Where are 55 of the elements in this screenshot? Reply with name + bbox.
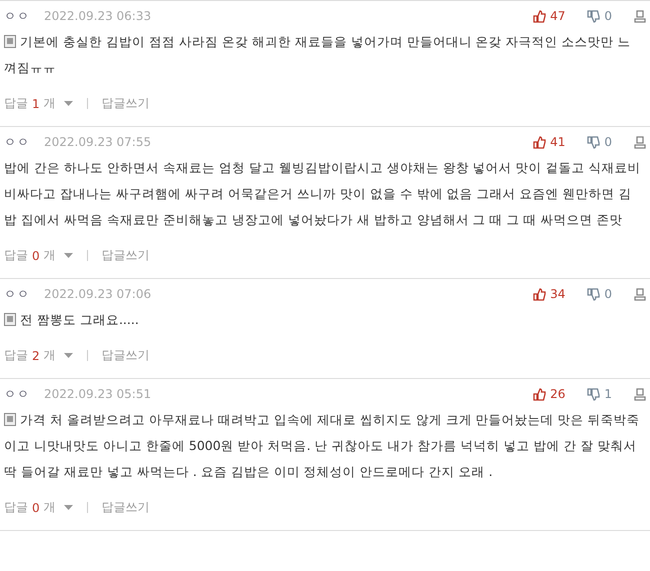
memo-icon xyxy=(4,413,16,426)
write-reply-link[interactable]: 답글쓰기 xyxy=(102,499,150,516)
memo-icon xyxy=(4,35,16,48)
author-name[interactable]: ㅇㅇ xyxy=(4,386,30,402)
thumbs-up-icon[interactable] xyxy=(533,388,546,400)
reply-unit: 개 xyxy=(44,499,56,516)
thumbs-down-icon[interactable] xyxy=(587,10,600,22)
like-count: 47 xyxy=(550,9,566,23)
dislike-count: 0 xyxy=(604,9,612,23)
thumbs-up-icon[interactable] xyxy=(533,10,546,22)
thumbs-down-icon[interactable] xyxy=(587,288,600,300)
comment-date: 2022.09.23 07:55 xyxy=(44,135,152,149)
reply-label: 답글 xyxy=(4,247,28,264)
person-icon[interactable] xyxy=(634,136,646,148)
reply-unit: 개 xyxy=(44,95,56,112)
comment-date: 2022.09.23 05:51 xyxy=(44,387,152,401)
thumbs-down-icon[interactable] xyxy=(587,136,600,148)
like-count: 26 xyxy=(550,387,566,401)
reply-label: 답글 xyxy=(4,347,28,364)
write-reply-link[interactable]: 답글쓰기 xyxy=(102,95,150,112)
dislike-count: 0 xyxy=(604,135,612,149)
comment-text: 기본에 충실한 김밥이 점점 사라짐 온갖 해괴한 재료들을 넣어가며 만들어대니 온갖 자극적인 소스맛만 느껴짐ㅠㅠ xyxy=(4,33,632,77)
memo-icon xyxy=(4,313,16,326)
reply-count[interactable]: 1 xyxy=(32,96,40,110)
write-reply-link[interactable]: 답글쓰기 xyxy=(102,247,150,264)
reply-unit: 개 xyxy=(44,347,56,364)
reply-count[interactable]: 0 xyxy=(32,500,40,514)
thumbs-down-icon[interactable] xyxy=(587,388,600,400)
reply-unit: 개 xyxy=(44,247,56,264)
reply-count[interactable]: 0 xyxy=(32,248,40,262)
write-reply-link[interactable]: 답글쓰기 xyxy=(102,347,150,364)
caret-icon[interactable] xyxy=(64,101,73,106)
reply-label: 답글 xyxy=(4,499,28,516)
comment-text: 가격 처 올려받으려고 아무재료나 때려박고 입속에 제대로 씹히지도 않게 크게 만들어놨는데 맛은 뒤죽박죽이고 니맛내맛도 아니고 한줄에 5000원 받아 처먹음. 난 귀찮아도 내가 참가름 넉넉히 넣고 밥에 간 잘 맞춰서 딱 들어갈 재료만 넣고 싸먹는다 . 요즘 김밥은 이미 정체성이 안드로메다 간지 오래 . xyxy=(4,411,641,481)
caret-icon[interactable] xyxy=(64,353,73,358)
comment-text: 전 짬뽕도 그래요..... xyxy=(4,307,646,333)
dislike-count: 1 xyxy=(604,387,612,401)
author-name[interactable]: ㅇㅇ xyxy=(4,134,30,150)
reply-label: 답글 xyxy=(4,95,28,112)
comment-text: 밥에 간은 하나도 안하면서 속재료는 엄청 달고 웰빙김밥이랍시고 생야채는 왕창 넣어서 맛이 겉돌고 식재료비 비싸다고 잡내나는 싸구려햄에 싸구려 어묵같은거 쓰니까 맛이 없을 수 밖에 없음 그래서 요즘엔 웬만하면 김밥 집에서 싸먹음 속재료만 준비해놓고 냉장고에 넣어놨다가 새 밥하고 양념해서 그 때 그 때 싸먹으면 존맛 xyxy=(4,159,642,229)
person-icon[interactable] xyxy=(634,288,646,300)
comment-date: 2022.09.23 07:06 xyxy=(44,287,152,301)
person-icon[interactable] xyxy=(634,10,646,22)
like-count: 34 xyxy=(550,287,566,301)
caret-icon[interactable] xyxy=(64,505,73,510)
reply-count[interactable]: 2 xyxy=(32,348,40,362)
dislike-count: 0 xyxy=(604,287,612,301)
author-name[interactable]: ㅇㅇ xyxy=(4,286,30,302)
person-icon[interactable] xyxy=(634,388,646,400)
author-name[interactable]: ㅇㅇ xyxy=(4,8,30,24)
like-count: 41 xyxy=(550,135,566,149)
caret-icon[interactable] xyxy=(64,253,73,258)
thumbs-up-icon[interactable] xyxy=(533,288,546,300)
comment-date: 2022.09.23 06:33 xyxy=(44,9,152,23)
thumbs-up-icon[interactable] xyxy=(533,136,546,148)
